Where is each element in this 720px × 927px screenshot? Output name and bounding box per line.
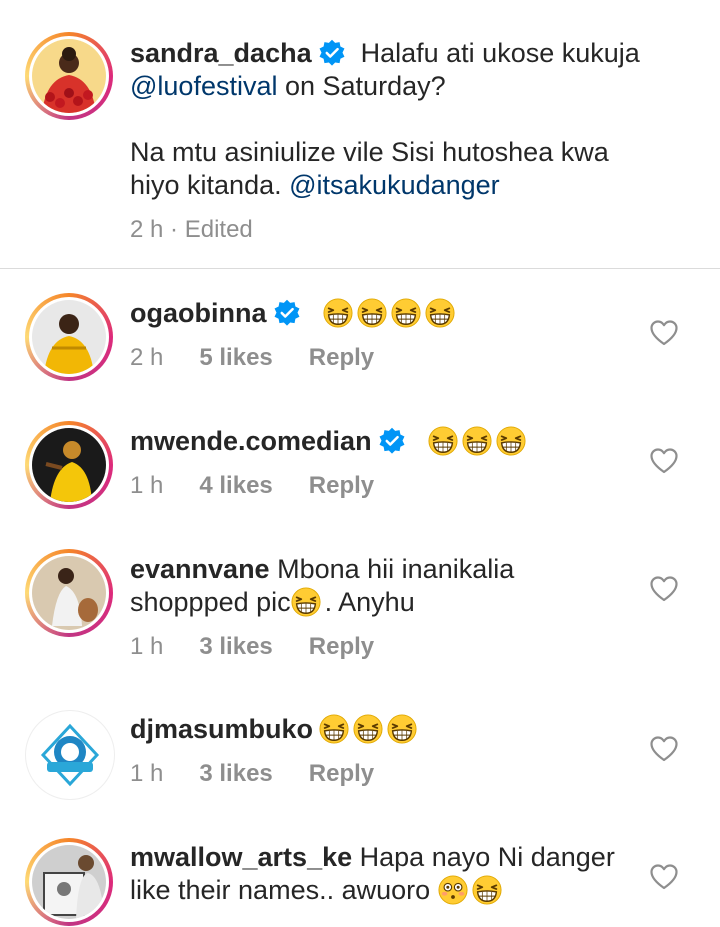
username[interactable]: sandra_dacha [130, 38, 312, 68]
reply-button[interactable]: Reply [309, 344, 374, 371]
grinning-squint-face-icon [357, 298, 387, 328]
comment-line2: shoppped pic [130, 587, 291, 617]
comment-line2: like their names.. awuoro [130, 875, 431, 905]
comment-text: evannvane Mbona hii inanikalia shoppped … [130, 553, 514, 619]
comment-text: ogaobinna [130, 297, 459, 330]
caption-line1b: on Saturday? [285, 71, 446, 101]
heart-outline-icon[interactable] [650, 576, 678, 602]
verified-badge-icon [378, 427, 406, 455]
heart-outline-icon[interactable] [650, 448, 678, 474]
comment-likes[interactable]: 4 likes [199, 472, 272, 499]
grinning-squint-face-icon [428, 426, 458, 456]
grinning-squint-face-icon [291, 587, 321, 617]
caption-line2: Na mtu asiniulize vile Sisi hutoshea kwa [130, 137, 609, 167]
edited-label: Edited [184, 216, 253, 243]
comment-username[interactable]: evannvane [130, 554, 270, 584]
meta-separator: · [170, 216, 179, 243]
avatar-evannvane[interactable] [25, 549, 113, 637]
avatar-image [32, 300, 106, 374]
avatar-image [32, 556, 106, 630]
grinning-squint-face-icon [391, 298, 421, 328]
verified-badge-icon [318, 39, 346, 67]
caption-line3: hiyo kitanda. [130, 170, 282, 200]
comment-line2b: . Anyhu [324, 587, 415, 617]
post-time: 2 h [130, 216, 164, 243]
comment-time: 1 h [130, 472, 164, 499]
comment-meta: 2 h 5 likes Reply [130, 344, 374, 372]
verified-badge-icon [273, 299, 301, 327]
comment-likes[interactable]: 3 likes [199, 633, 272, 660]
avatar-mwende-comedian[interactable] [25, 421, 113, 509]
avatar-image [32, 39, 106, 113]
comment-line1: Hapa nayo Ni danger [359, 842, 615, 872]
reply-button[interactable]: Reply [309, 472, 374, 499]
comment-likes[interactable]: 3 likes [199, 760, 272, 787]
comment-time: 1 h [130, 760, 164, 787]
avatar-ogaobinna[interactable] [25, 293, 113, 381]
heart-outline-icon[interactable] [650, 320, 678, 346]
comment-likes[interactable]: 5 likes [199, 344, 272, 371]
grinning-squint-face-icon [323, 298, 353, 328]
heart-outline-icon[interactable] [650, 864, 678, 890]
grinning-squint-face-icon [462, 426, 492, 456]
caption-line1: Halafu ati ukose kukuja [360, 38, 640, 68]
avatar-image [34, 719, 106, 791]
avatar-image [32, 428, 106, 502]
grinning-squint-face-icon [472, 875, 502, 905]
comment-line1: Mbona hii inanikalia [277, 554, 515, 584]
comment-text: mwallow_arts_ke Hapa nayo Ni danger like… [130, 841, 615, 907]
comment-time: 2 h [130, 344, 164, 371]
reply-button[interactable]: Reply [309, 760, 374, 787]
grinning-squint-face-icon [353, 714, 383, 744]
flushed-face-icon [438, 875, 468, 905]
grinning-squint-face-icon [319, 714, 349, 744]
comment-text: mwende.comedian [130, 425, 530, 458]
reply-button[interactable]: Reply [309, 633, 374, 660]
comment-meta: 1 h 3 likes Reply [130, 760, 374, 788]
post-caption: sandra_dacha Halafu ati ukose kukuja @lu… [0, 0, 720, 268]
avatar-djmasumbuko[interactable] [25, 710, 115, 800]
divider [0, 268, 720, 269]
caption-text: sandra_dacha Halafu ati ukose kukuja @lu… [130, 37, 690, 202]
grinning-squint-face-icon [496, 426, 526, 456]
comment-username[interactable]: mwallow_arts_ke [130, 842, 352, 872]
mention-itsakukudanger[interactable]: @itsakukudanger [289, 170, 500, 200]
grinning-squint-face-icon [387, 714, 417, 744]
grinning-squint-face-icon [425, 298, 455, 328]
avatar-image [32, 845, 106, 919]
comment-meta: 1 h 3 likes Reply [130, 633, 374, 661]
comment-text: djmasumbuko [130, 713, 421, 746]
comment-username[interactable]: mwende.comedian [130, 426, 372, 456]
avatar-sandra-dacha[interactable] [25, 32, 113, 120]
heart-outline-icon[interactable] [650, 736, 678, 762]
comment-meta: 1 h 4 likes Reply [130, 472, 374, 500]
comment-username[interactable]: ogaobinna [130, 298, 267, 328]
comment-username[interactable]: djmasumbuko [130, 714, 313, 744]
comment-time: 1 h [130, 633, 164, 660]
mention-luofestival[interactable]: @luofestival [130, 71, 277, 101]
post-meta: 2 h · Edited [130, 216, 253, 244]
avatar-mwallow-arts-ke[interactable] [25, 838, 113, 926]
